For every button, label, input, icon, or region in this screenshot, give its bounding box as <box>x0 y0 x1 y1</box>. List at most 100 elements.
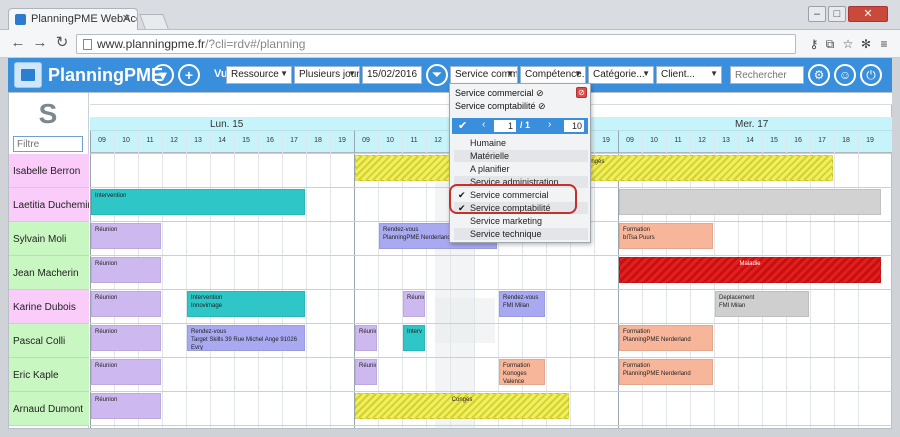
new-tab-button[interactable] <box>139 14 169 29</box>
event-text: Formation <box>623 227 651 233</box>
service-option[interactable]: A planifier <box>454 163 588 175</box>
selected-chip[interactable]: Service commercial ⊘ <box>455 88 544 99</box>
service-option[interactable]: Matérielle <box>454 150 588 162</box>
plus-icon[interactable]: + <box>178 64 200 86</box>
planningpme-logo <box>14 62 42 88</box>
period-select[interactable]: Plusieurs jour ▼ <box>294 66 360 84</box>
selected-chip[interactable]: Service comptabilité ⊘ <box>455 101 546 112</box>
planning-event[interactable] <box>619 189 881 215</box>
resource-row[interactable]: Eric Kaple <box>9 358 89 392</box>
planning-event[interactable]: Réunion <box>91 359 161 385</box>
user-icon[interactable]: ☺ <box>834 64 856 86</box>
date-input[interactable]: 15/02/2016 <box>362 66 422 84</box>
funnel-icon[interactable]: ⏷ <box>426 64 448 86</box>
event-text: Intervention <box>95 193 127 199</box>
grid-row-line <box>90 357 892 358</box>
client-select-value: Client... <box>661 69 695 80</box>
planning-event[interactable]: Intervention Innovimage <box>187 291 305 317</box>
service-option[interactable]: Humaine <box>454 137 588 149</box>
forward-arrow-icon[interactable]: → <box>32 35 48 51</box>
key-icon[interactable]: ⚷ <box>806 36 822 52</box>
date-input-value: 15/02/2016 <box>367 69 418 80</box>
check-all-icon[interactable]: ✔ <box>458 119 467 132</box>
resource-row[interactable]: Jean Macherin <box>9 256 89 290</box>
resource-row[interactable]: Sylvain Moli <box>9 222 89 256</box>
category-select[interactable]: Catégorie... ▼ <box>588 66 654 84</box>
menu-icon[interactable]: ≡ <box>876 36 892 52</box>
event-text: PlanningPME Nerderland <box>623 371 691 377</box>
service-option[interactable]: Service marketing <box>454 215 588 227</box>
page-total: / 1 <box>520 120 531 130</box>
event-text: Formation <box>503 363 531 369</box>
client-select[interactable]: Client... ▼ <box>656 66 722 84</box>
planning-event[interactable]: Réunion <box>91 257 161 283</box>
resource-row[interactable]: Karine Dubois <box>9 290 89 324</box>
hour-label: 11 <box>674 137 682 144</box>
event-text: Réunion <box>95 329 118 335</box>
planning-event[interactable]: Maladie <box>619 257 881 283</box>
resource-row[interactable]: Isabelle Berron <box>9 154 89 188</box>
close-tab-icon[interactable]: ✕ <box>122 12 131 25</box>
planning-event[interactable]: Deplacement FMI Milan <box>715 291 809 317</box>
minimize-button[interactable]: – <box>808 6 826 22</box>
extension-icon[interactable]: ⧉ <box>822 36 838 52</box>
planning-event[interactable]: Formation Konoges Valence <box>499 359 545 385</box>
back-arrow-icon[interactable]: ← <box>10 35 26 51</box>
planning-event[interactable]: Congés <box>355 393 569 419</box>
event-text: Congés <box>451 397 473 403</box>
resource-row[interactable]: Arnaud Dumont <box>9 392 89 426</box>
service-option-label: Service marketing <box>470 216 543 226</box>
planning-event[interactable]: Réunion <box>355 325 377 351</box>
planning-event[interactable]: Formation PlanningPME Nerderland <box>619 325 713 351</box>
service-option-label: A planifier <box>470 164 510 174</box>
star-icon[interactable]: ☆ <box>840 36 856 52</box>
power-icon[interactable]: ⏻ <box>860 64 882 86</box>
resource-row[interactable]: Pascal Colli <box>9 324 89 358</box>
planning-event[interactable]: Formation bITsa Puurs <box>619 223 713 249</box>
page-input[interactable]: 1 <box>494 120 516 132</box>
address-bar[interactable]: www.planningpme.fr/?cli=rdv#/planning <box>76 34 796 54</box>
search-input[interactable] <box>730 66 804 84</box>
view-select-value: Ressource <box>231 69 279 80</box>
service-select[interactable]: Service comm ▼ <box>450 66 518 84</box>
prev-page-icon[interactable]: ‹ <box>482 119 485 130</box>
maximize-button[interactable]: □ <box>828 6 846 22</box>
planning-event[interactable]: Réunion <box>91 325 161 351</box>
chevron-down-icon[interactable]: ▾ <box>152 64 174 86</box>
planning-event[interactable]: Réunion <box>91 393 161 419</box>
planning-event[interactable]: Réunion <box>355 359 377 385</box>
planning-event[interactable]: Rendez-vous Target Skills 39 Rue Michel A… <box>187 325 305 351</box>
clear-selection-icon[interactable]: ⊘ <box>576 87 587 98</box>
close-window-button[interactable]: ✕ <box>848 6 888 22</box>
planning-event[interactable]: Réunion <box>91 223 161 249</box>
grid-column-line <box>162 131 163 428</box>
planning-event[interactable]: Congés <box>355 155 833 181</box>
event-text: Réunion <box>95 295 118 301</box>
browser-tab[interactable]: PlanningPME WebAccess ✕ <box>8 8 138 30</box>
reload-icon[interactable]: ↻ <box>54 35 70 51</box>
event-text: Congés <box>583 159 605 165</box>
planning-event[interactable]: Formation PlanningPME Nerderland <box>619 359 713 385</box>
planning-event[interactable]: Rendez-vous FMI Milan <box>499 291 545 317</box>
puzzle-icon[interactable]: ✻ <box>858 36 874 52</box>
planning-event[interactable]: Réunion <box>403 291 425 317</box>
event-text: FMI Milan <box>503 303 530 309</box>
page-size-input[interactable]: 10 <box>564 120 584 132</box>
planning-event[interactable]: Interv <box>403 325 425 351</box>
page-icon <box>83 39 92 50</box>
planning-event[interactable]: Intervention <box>91 189 305 215</box>
hour-label: 19 <box>602 137 610 144</box>
resource-row[interactable]: Laetitia Duchemin <box>9 188 89 222</box>
planning-event[interactable]: Réunion <box>91 291 161 317</box>
event-text: Maladie <box>739 261 761 267</box>
filter-input[interactable] <box>13 136 83 152</box>
category-select-value: Catégorie... <box>593 69 645 80</box>
skill-select[interactable]: Compétence... ▼ <box>520 66 586 84</box>
hour-label: 15 <box>770 137 778 144</box>
service-dropdown: Service commercial ⊘ Service comptabilit… <box>449 83 591 243</box>
view-select[interactable]: Ressource ▼ <box>226 66 292 84</box>
event-text: Réunion <box>95 227 118 233</box>
gear-icon[interactable]: ⚙ <box>808 64 830 86</box>
next-page-icon[interactable]: › <box>548 119 551 130</box>
service-option[interactable]: Service technique <box>454 228 588 240</box>
